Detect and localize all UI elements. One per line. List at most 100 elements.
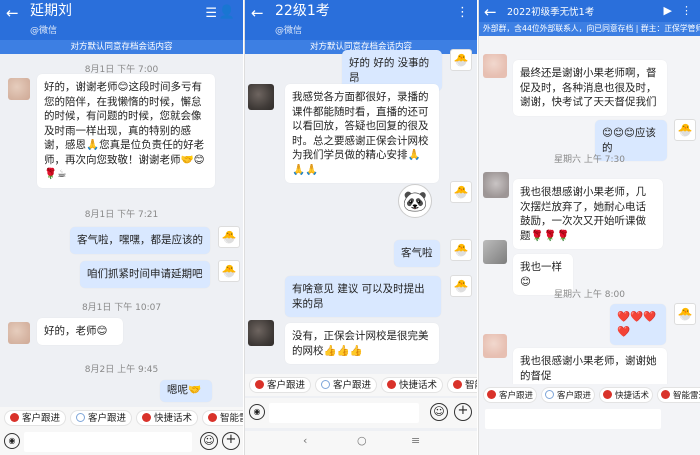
avatar[interactable]	[483, 240, 507, 264]
quick-action-quick-reply[interactable]: 快捷话术	[381, 377, 444, 393]
quick-reply-icon	[142, 413, 152, 422]
emoji-icon[interactable]: ☺	[200, 432, 218, 450]
timestamp: 8月2日 上午 9:45	[84, 365, 159, 375]
timestamp: 星期六 上午 7:30	[554, 155, 625, 165]
avatar-self[interactable]: 🐣	[218, 226, 240, 248]
input-bar: ◉ ☺ +	[245, 398, 477, 428]
chat-panel-2: ← 22级1考 @微信 ⋮ 对方默认同意存档会话内容 好的 好的 没事的昂 🐣 …	[244, 0, 477, 455]
quick-action-smart-radar[interactable]: 智能雷	[202, 410, 243, 426]
back-arrow-icon[interactable]: ←	[6, 6, 19, 21]
chat-panel-1: ← 延期刘 @微信 ☰ 👤 对方默认同意存档会话内容 8月1日 下午 7:00 …	[0, 0, 243, 455]
back-arrow-icon[interactable]: ←	[484, 5, 497, 20]
chat-title: 2022初级季无忧1考	[507, 7, 595, 18]
document-icon	[76, 413, 86, 422]
user-profile-icon[interactable]: 👤	[219, 5, 235, 20]
message-bubble-self: 客气啦	[394, 240, 440, 267]
quick-action-follow-up-2[interactable]: 客户跟进	[70, 410, 133, 426]
emoji-icon[interactable]: ☺	[430, 403, 448, 421]
avatar-self[interactable]: 🐣	[450, 181, 472, 203]
archive-notice: 外部群，含44位外部联系人，向已同意存档 | 群主：正保学管师小果老师	[479, 22, 700, 36]
avatar[interactable]	[8, 78, 30, 100]
radar-icon	[208, 413, 218, 422]
quick-action-follow-up[interactable]: 客户跟进	[483, 387, 538, 403]
follow-up-icon	[10, 413, 19, 422]
system-nav-bar: ‹ ○ ≡	[245, 431, 477, 455]
quick-action-label: 客户跟进	[333, 380, 372, 391]
message-bubble: 没有，正保会计网校是很完美的网校👍👍👍	[285, 323, 439, 364]
message-bubble-self: 客气啦，嘿嘿，都是应该的	[70, 227, 210, 254]
document-icon	[321, 380, 331, 389]
message-input[interactable]	[269, 403, 419, 423]
quick-action-quick-reply[interactable]: 快捷话术	[136, 410, 199, 426]
avatar-self[interactable]: 🐣	[674, 303, 696, 325]
quick-reply-icon	[603, 390, 613, 399]
message-input[interactable]	[485, 409, 661, 429]
avatar[interactable]	[483, 172, 509, 198]
chat-header: ← 延期刘 @微信 ☰ 👤	[0, 0, 243, 40]
quick-action-label: 客户跟进	[22, 413, 61, 424]
archive-notice: 对方默认同意存档会话内容	[0, 40, 243, 54]
avatar[interactable]	[248, 84, 274, 110]
message-bubble: 我也很感谢小果老师，谢谢她的督促	[513, 348, 667, 389]
quick-action-label: 智能雷达	[673, 391, 700, 401]
nav-back-icon[interactable]: ‹	[303, 434, 307, 447]
avatar[interactable]	[248, 320, 274, 346]
quick-action-follow-up[interactable]: 客户跟进	[4, 410, 67, 426]
message-bubble: 好的，老师😊	[37, 318, 123, 345]
timestamp: 星期六 上午 8:00	[554, 290, 625, 300]
message-bubble: 我感觉各方面都很好，录播的课件都能随时看，直播的还可以看回放，答疑也回复的很及时…	[285, 84, 439, 183]
message-bubble-self: 咱们抓紧时间申请延期吧	[80, 261, 210, 288]
quick-action-follow-up[interactable]: 客户跟进	[249, 377, 312, 393]
nav-home-icon[interactable]: ○	[357, 434, 367, 447]
quick-action-label: 智能雷	[220, 413, 243, 424]
more-options-icon[interactable]: ⋮	[681, 4, 692, 17]
radar-icon	[661, 390, 671, 399]
message-input[interactable]	[24, 432, 192, 452]
avatar[interactable]	[8, 322, 30, 344]
plus-icon[interactable]: +	[222, 432, 240, 450]
follow-up-icon	[255, 380, 264, 389]
message-bubble: 我也很想感谢小果老师，几次摆烂放弃了，她耐心电话鼓励，一次次又开始听课做题🌹🌹🌹	[513, 179, 663, 249]
quick-action-quick-reply[interactable]: 快捷话术	[599, 387, 654, 403]
quick-action-label: 快捷话术	[399, 380, 438, 391]
chat-subtitle: @微信	[30, 26, 58, 36]
chat-header: ← 22级1考 @微信 ⋮	[245, 0, 477, 40]
message-bubble: 好的，谢谢老师😊这段时间多亏有您的陪伴，在我懒惰的时候，懈怠的时候，有问题的时候…	[37, 74, 215, 188]
settings-icon[interactable]: ☰	[205, 6, 217, 21]
video-call-icon[interactable]: ▶	[664, 4, 672, 17]
more-options-icon[interactable]: ⋮	[456, 5, 469, 20]
avatar-self[interactable]: 🐣	[450, 49, 472, 71]
chat-title: 22级1考	[275, 3, 330, 19]
quick-action-smart-radar[interactable]: 智能	[447, 377, 477, 393]
quick-action-label: 客户跟进	[88, 413, 127, 424]
quick-action-label: 客户跟进	[499, 391, 534, 401]
quick-action-label: 快捷话术	[154, 413, 193, 424]
chat-panel-3: ← 2022初级季无忧1考 ▶ ⋮ 外部群，含44位外部联系人，向已同意存档 |…	[478, 0, 700, 455]
message-bubble-self: 嗯呢🤝	[160, 380, 212, 402]
avatar-self[interactable]: 🐣	[674, 119, 696, 141]
quick-action-label: 快捷话术	[615, 391, 650, 401]
avatar-self[interactable]: 🐣	[450, 275, 472, 297]
document-icon	[545, 390, 555, 399]
avatar-self[interactable]: 🐣	[450, 239, 472, 261]
quick-action-smart-radar[interactable]: 智能雷达	[657, 387, 700, 403]
message-bubble-self: ❤️❤️❤️❤️	[610, 304, 666, 345]
avatar[interactable]	[483, 54, 507, 78]
plus-icon[interactable]: +	[454, 403, 472, 421]
avatar-self[interactable]: 🐣	[218, 260, 240, 282]
voice-icon[interactable]: ◉	[249, 404, 265, 420]
nav-menu-icon[interactable]: ≡	[411, 434, 420, 447]
quick-action-follow-up-2[interactable]: 客户跟进	[315, 377, 378, 393]
radar-icon	[453, 380, 463, 389]
timestamp: 8月1日 下午 7:21	[84, 210, 159, 220]
chat-subtitle: @微信	[275, 26, 303, 36]
follow-up-icon	[487, 390, 496, 399]
voice-icon[interactable]: ◉	[4, 433, 20, 449]
timestamp: 8月1日 下午 10:07	[81, 303, 162, 313]
avatar[interactable]	[483, 334, 507, 358]
quick-action-bar: 客户跟进 客户跟进 快捷话术 智能雷	[0, 407, 243, 429]
quick-reply-icon	[387, 380, 397, 389]
panda-sticker: 🐼	[398, 184, 432, 218]
quick-action-follow-up-2[interactable]: 客户跟进	[541, 387, 596, 403]
back-arrow-icon[interactable]: ←	[251, 6, 264, 21]
